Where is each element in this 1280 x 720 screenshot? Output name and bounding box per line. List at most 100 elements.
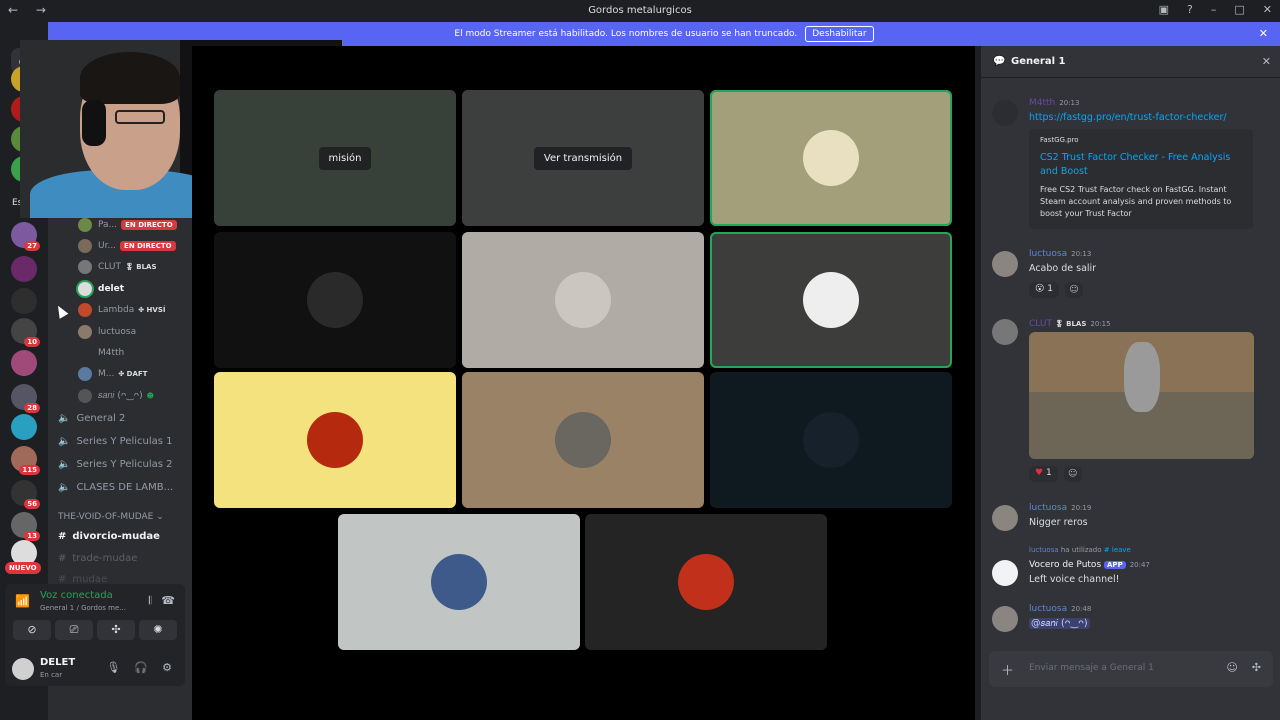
reaction[interactable]: ♥ 1 bbox=[1029, 466, 1058, 482]
participant-tile[interactable] bbox=[214, 372, 456, 508]
server-icon[interactable]: 56 bbox=[11, 480, 40, 509]
server-icon[interactable]: 13 bbox=[11, 512, 40, 541]
voice-channel[interactable]: 🔈 CLASES DE LAMB... bbox=[58, 482, 173, 493]
avatar bbox=[803, 412, 859, 468]
message-author[interactable]: luctuosa 20:19 bbox=[1029, 503, 1091, 513]
message-author[interactable]: Vocero de Putos APP 20:47 bbox=[1029, 560, 1150, 570]
user-tag: 🎖 BLAS bbox=[124, 263, 157, 272]
server-icon[interactable]: 27 bbox=[11, 222, 40, 251]
participant-tile[interactable] bbox=[585, 514, 827, 650]
close-icon[interactable]: ✕ bbox=[1262, 55, 1271, 68]
microphone-icon[interactable]: 🎙 bbox=[106, 661, 120, 674]
voice-user[interactable]: 𝑠𝑎𝑛𝑖 (ᴖ‿ᴖ) ☻ bbox=[78, 385, 188, 406]
message-author[interactable]: luctuosa 20:48 bbox=[1029, 604, 1091, 614]
voice-user[interactable]: delet bbox=[78, 278, 188, 299]
apps-icon[interactable]: ✣ bbox=[1252, 661, 1261, 674]
maximize-button[interactable]: □ bbox=[1234, 3, 1244, 16]
voice-channel[interactable]: 🔈 Series Y Peliculas 1 bbox=[58, 436, 173, 447]
add-reaction-icon[interactable]: ☺ bbox=[1064, 282, 1083, 298]
reactions: ♥ 1 ☺ bbox=[1029, 466, 1082, 482]
avatar[interactable] bbox=[992, 319, 1018, 345]
message-link[interactable]: https://fastgg.pro/en/trust-factor-check… bbox=[1029, 112, 1227, 123]
voice-channel[interactable]: 🔈 General 2 bbox=[58, 413, 125, 424]
message-author[interactable]: CLUT 🎖 BLAS 20:15 bbox=[1029, 319, 1111, 329]
voice-status[interactable]: Voz conectada bbox=[40, 590, 113, 601]
headset-icon[interactable]: 🎧 bbox=[134, 661, 148, 674]
participant-tile[interactable] bbox=[462, 372, 704, 508]
avatar[interactable] bbox=[992, 251, 1018, 277]
timestamp: 20:13 bbox=[1071, 250, 1092, 258]
watch-stream-button[interactable]: Ver transmisión bbox=[533, 146, 633, 170]
user-name[interactable]: DELET bbox=[40, 657, 75, 668]
facecam-glasses bbox=[115, 110, 165, 124]
noise-suppression-icon[interactable]: 𝄃 bbox=[149, 594, 151, 608]
embed-provider[interactable]: FastGG.pro bbox=[1040, 136, 1079, 144]
avatar[interactable] bbox=[992, 505, 1018, 531]
stream-tile[interactable]: misión bbox=[214, 90, 456, 226]
link-embed: FastGG.pro CS2 Trust Factor Checker - Fr… bbox=[1029, 129, 1253, 229]
stream-tile[interactable]: Ver transmisión bbox=[462, 90, 704, 226]
voice-channel[interactable]: 🔈 Series Y Peliculas 2 bbox=[58, 459, 173, 470]
voice-chat-panel: 💬 General 1 ✕ M4tth 20:13 https://fastgg.… bbox=[980, 46, 1280, 720]
server-icon[interactable] bbox=[11, 256, 37, 282]
minimize-button[interactable]: – bbox=[1211, 3, 1217, 16]
reaction[interactable]: 😮 1 bbox=[1029, 282, 1059, 298]
participant-tile[interactable] bbox=[214, 232, 456, 368]
message-image[interactable] bbox=[1029, 332, 1254, 459]
server-icon[interactable] bbox=[11, 288, 37, 314]
avatar[interactable] bbox=[992, 100, 1018, 126]
add-reaction-icon[interactable]: ☺ bbox=[1063, 466, 1082, 482]
participant-tile[interactable] bbox=[710, 372, 952, 508]
server-icon[interactable]: 115 bbox=[11, 446, 40, 475]
screen-share-button[interactable]: ⎚ bbox=[55, 620, 93, 640]
participant-tile[interactable] bbox=[710, 90, 952, 226]
voice-user[interactable]: M... ✤ DAFT bbox=[78, 364, 188, 385]
command-name[interactable]: # leave bbox=[1104, 546, 1131, 554]
voice-user[interactable]: M4tth bbox=[78, 342, 188, 363]
soundboard-button[interactable]: ✺ bbox=[139, 620, 177, 640]
disable-streamer-button[interactable]: Deshabilitar bbox=[805, 26, 874, 42]
gear-icon[interactable]: ⚙ bbox=[162, 661, 172, 674]
participant-tile[interactable] bbox=[710, 232, 952, 368]
user-name: CLUT bbox=[98, 262, 121, 273]
server-icon[interactable]: 10 bbox=[11, 318, 40, 347]
author-name[interactable]: luctuosa bbox=[1029, 546, 1059, 554]
text-channel[interactable]: # divorcio-mudae bbox=[58, 531, 160, 542]
server-icon[interactable]: 28 bbox=[11, 384, 40, 413]
server-icon[interactable] bbox=[11, 350, 37, 376]
watch-stream-button[interactable]: misión bbox=[318, 146, 372, 170]
avatar[interactable] bbox=[992, 606, 1018, 632]
channel-category[interactable]: THE-VOID-OF-MUDAE ⌄ bbox=[58, 512, 164, 522]
hashtag-icon: # bbox=[58, 575, 67, 583]
voice-channel-info[interactable]: General 1 / Gordos me... bbox=[40, 604, 126, 612]
help-icon[interactable]: ? bbox=[1187, 3, 1193, 16]
inbox-icon[interactable]: ▣ bbox=[1159, 3, 1169, 16]
voice-user[interactable]: Ur... EN DIRECTO bbox=[78, 235, 188, 256]
disconnect-icon[interactable]: ☎ bbox=[161, 594, 175, 608]
channel-name: General 2 bbox=[76, 413, 126, 424]
bot-avatar[interactable] bbox=[992, 560, 1018, 586]
close-banner-icon[interactable]: ✕ bbox=[1259, 27, 1268, 40]
voice-user[interactable]: luctuosa bbox=[78, 321, 188, 342]
emoji-icon[interactable]: ☺ bbox=[1226, 661, 1237, 674]
close-window-button[interactable]: ✕ bbox=[1263, 3, 1272, 16]
voice-user[interactable]: CLUT 🎖 BLAS bbox=[78, 257, 188, 278]
participant-tile[interactable] bbox=[462, 232, 704, 368]
timestamp: 20:19 bbox=[1071, 504, 1092, 512]
activities-button[interactable]: ✣ bbox=[97, 620, 135, 640]
participant-tile[interactable] bbox=[338, 514, 580, 650]
text-channel[interactable]: # trade-mudae bbox=[58, 553, 137, 564]
embed-title[interactable]: CS2 Trust Factor Checker - Free Analysis… bbox=[1040, 151, 1240, 179]
message-author[interactable]: luctuosa 20:13 bbox=[1029, 249, 1091, 259]
avatar[interactable] bbox=[12, 658, 34, 680]
chat-bubble-icon: 💬 bbox=[993, 56, 1006, 67]
text-channel[interactable]: # mudae bbox=[58, 575, 107, 583]
message-input[interactable]: ＋ Enviar mensaje a General 1 ☺ ✣ bbox=[989, 651, 1273, 687]
server-icon[interactable] bbox=[11, 414, 37, 440]
user-mention[interactable]: @𝑠𝑎𝑛𝑖 (ᴖ‿ᴖ) bbox=[1029, 618, 1090, 629]
camera-off-button[interactable]: ⊘ bbox=[13, 620, 51, 640]
message-author[interactable]: M4tth 20:13 bbox=[1029, 98, 1079, 108]
add-attachment-icon[interactable]: ＋ bbox=[1001, 660, 1014, 679]
voice-user[interactable]: Lambda ✤ HVSÍ bbox=[78, 300, 188, 321]
avatar bbox=[78, 260, 92, 275]
